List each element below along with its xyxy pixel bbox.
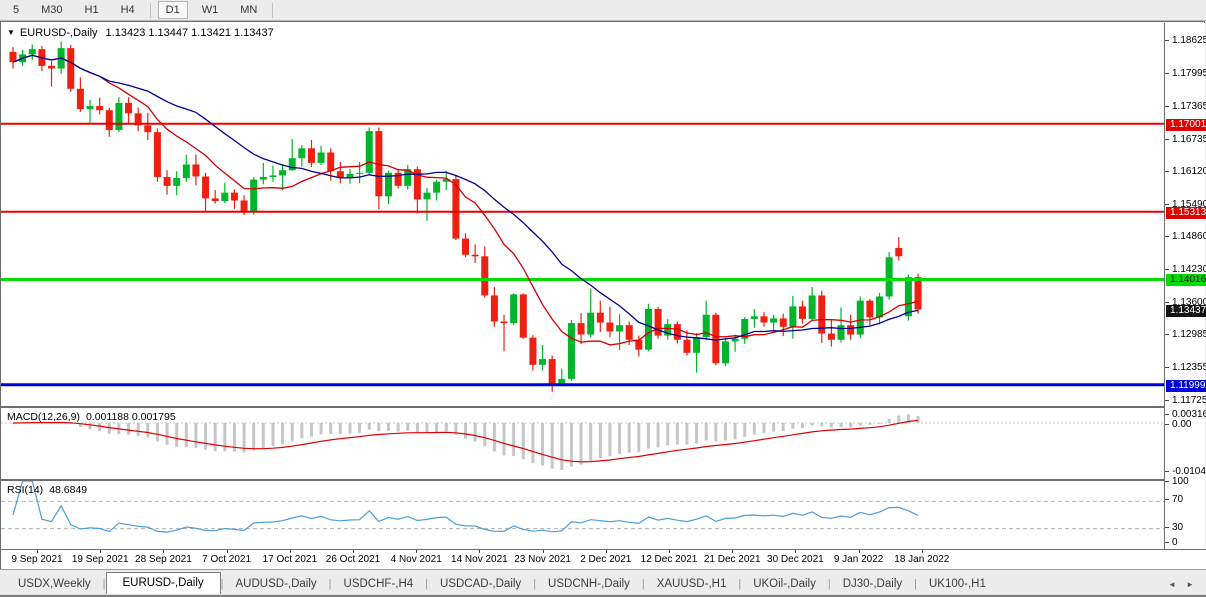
chart-tab-xauusd-[interactable]: XAUUSD-,H1 — [645, 574, 739, 594]
price-tick: 1.14860 — [1165, 232, 1205, 242]
date-label: 2 Dec 2021 — [580, 554, 631, 565]
rsi-value: 48.6849 — [49, 484, 87, 496]
price-axis[interactable]: 1.186251.179951.173651.167351.161201.154… — [1164, 23, 1205, 549]
date-label: 12 Dec 2021 — [641, 554, 698, 565]
date-tick — [543, 550, 544, 553]
tab-scroll-arrows[interactable]: ◄ ► — [1168, 580, 1198, 594]
price-tick: 1.17365 — [1165, 102, 1205, 112]
date-label: 30 Dec 2021 — [767, 554, 824, 565]
price-badge: 1.17001 — [1166, 119, 1206, 131]
date-tick — [732, 550, 733, 553]
price-tick: 1.12985 — [1165, 330, 1205, 340]
price-badge: 1.11999 — [1166, 380, 1206, 392]
timeframe-button-h4[interactable]: H4 — [113, 1, 143, 19]
chart-tab-eurusd-[interactable]: EURUSD-,Daily — [106, 572, 221, 595]
macd-values: 0.001188 0.001795 — [86, 411, 176, 423]
timeframe-button-mn[interactable]: MN — [232, 1, 265, 19]
date-tick — [479, 550, 480, 553]
price-tick: 1.16735 — [1165, 135, 1205, 145]
chart-window: ▼ EURUSD-,Daily 1.13423 1.13447 1.13421 1.… — [0, 21, 1205, 569]
date-axis[interactable]: 9 Sep 2021 19 Sep 2021 28 Sep 2021 7 Oct 20… — [1, 549, 1206, 569]
chart-tab-usdx[interactable]: USDX,Weekly — [6, 574, 103, 594]
toolbar-separator — [150, 3, 151, 18]
timeframe-button-h1[interactable]: H1 — [77, 1, 107, 19]
rsi-tick: 0 — [1165, 538, 1205, 548]
date-label: 17 Oct 2021 — [263, 554, 317, 565]
ohlc-values: 1.13423 1.13447 1.13421 1.13437 — [106, 27, 274, 39]
timeframe-toolbar: 5 M30 H1 H4 D1 W1 MN — [0, 0, 1206, 21]
rsi-chart[interactable] — [1, 481, 1164, 549]
chart-tab-usdcnh-[interactable]: USDCNH-,Daily — [536, 574, 642, 594]
date-tick — [227, 550, 228, 553]
chart-tab-bar: USDX,Weekly|EURUSD-,Daily|AUDUSD-,Daily|… — [0, 569, 1206, 594]
price-badge: 1.15313 — [1166, 207, 1206, 219]
price-tick: 1.17995 — [1165, 69, 1205, 79]
date-tick — [163, 550, 164, 553]
date-label: 18 Jan 2022 — [894, 554, 949, 565]
chart-tab-ukoil-[interactable]: UKOil-,Daily — [741, 574, 828, 594]
price-pane[interactable]: ▼ EURUSD-,Daily 1.13423 1.13447 1.13421 1.… — [1, 23, 1164, 406]
date-label: 9 Sep 2021 — [11, 554, 62, 565]
date-tick — [416, 550, 417, 553]
chart-tab-uk100-[interactable]: UK100-,H1 — [917, 574, 998, 594]
date-tick — [37, 550, 38, 553]
mt4-terminal: 5 M30 H1 H4 D1 W1 MN ▼ EURUSD-,Daily 1.13423 1.1… — [0, 0, 1206, 597]
macd-tick: 0.00 — [1165, 420, 1205, 430]
macd-pane[interactable]: MACD(12,26,9)0.001188 0.001795 — [1, 406, 1164, 479]
date-tick — [669, 550, 670, 553]
candlestick-chart[interactable] — [1, 23, 1164, 406]
date-tick — [606, 550, 607, 553]
date-tick — [353, 550, 354, 553]
price-tick: 1.16120 — [1165, 167, 1205, 177]
timeframe-button-w1[interactable]: W1 — [194, 1, 227, 19]
chart-tab-usdcad-[interactable]: USDCAD-,Daily — [428, 574, 533, 594]
price-badge: 1.14016 — [1166, 274, 1206, 286]
date-tick — [795, 550, 796, 553]
macd-label: MACD(12,26,9)0.001188 0.001795 — [7, 411, 176, 423]
price-tick: 1.11725 — [1165, 396, 1205, 406]
date-label: 14 Nov 2021 — [451, 554, 508, 565]
rsi-tick: 70 — [1165, 495, 1205, 505]
chart-title: ▼ EURUSD-,Daily 1.13423 1.13447 1.13421 1.… — [7, 27, 274, 39]
toolbar-separator — [272, 3, 273, 18]
date-tick — [922, 550, 923, 553]
date-tick — [100, 550, 101, 553]
date-label: 23 Nov 2021 — [514, 554, 571, 565]
rsi-tick: 30 — [1165, 523, 1205, 533]
date-label: 21 Dec 2021 — [704, 554, 761, 565]
rsi-pane[interactable]: RSI(14)48.6849 — [1, 479, 1164, 549]
price-tick: 1.12355 — [1165, 363, 1205, 373]
date-label: 28 Sep 2021 — [135, 554, 192, 565]
chart-tab-dj30-[interactable]: DJ30-,Daily — [831, 574, 914, 594]
date-label: 4 Nov 2021 — [391, 554, 442, 565]
symbol-dropdown-icon[interactable]: ▼ — [7, 28, 15, 37]
timeframe-button-m30[interactable]: M30 — [33, 1, 70, 19]
symbol-name: EURUSD-,Daily — [20, 27, 98, 39]
date-label: 7 Oct 2021 — [202, 554, 251, 565]
price-tick: 1.18625 — [1165, 36, 1205, 46]
rsi-tick: 100 — [1165, 477, 1205, 487]
chart-tab-usdchf-[interactable]: USDCHF-,H4 — [332, 574, 426, 594]
rsi-label: RSI(14)48.6849 — [7, 484, 87, 496]
timeframe-button-d1[interactable]: D1 — [158, 1, 188, 19]
date-label: 9 Jan 2022 — [834, 554, 884, 565]
price-badge: 1.13437 — [1166, 305, 1206, 317]
date-tick — [290, 550, 291, 553]
date-label: 19 Sep 2021 — [72, 554, 129, 565]
date-tick — [859, 550, 860, 553]
timeframe-button-5[interactable]: 5 — [5, 1, 27, 19]
date-label: 26 Oct 2021 — [326, 554, 380, 565]
chart-tab-audusd-[interactable]: AUDUSD-,Daily — [224, 574, 329, 594]
